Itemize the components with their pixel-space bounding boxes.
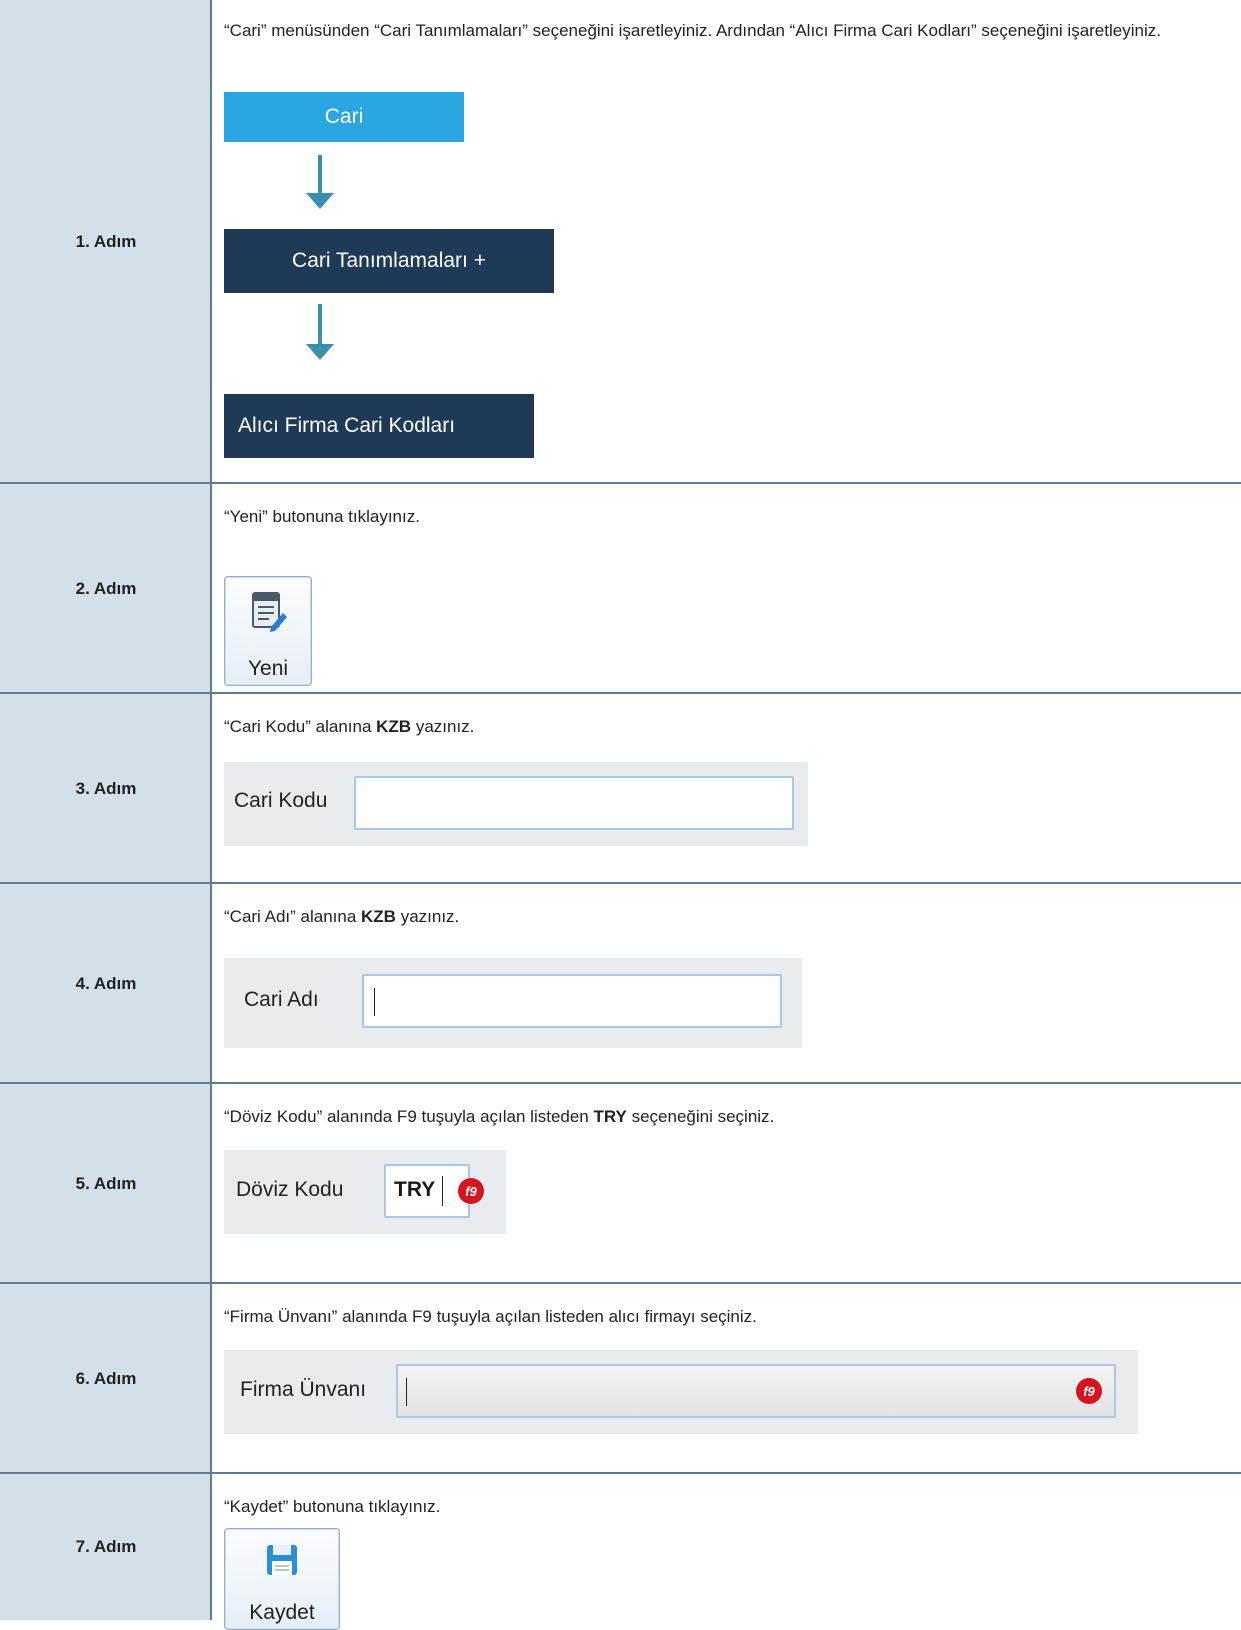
step-label: 1. Adım [75,232,137,251]
step-instruction: “Döviz Kodu” alanında F9 tuşuyla açılan … [224,1104,1221,1129]
kaydet-button-label: Kaydet [249,1601,315,1624]
text-caret [442,1176,443,1206]
instruction-text: “Cari Kodu” alanına [224,717,377,736]
down-arrow-icon [306,304,334,360]
text-caret [374,988,375,1016]
step-label: 3. Adım [75,779,137,798]
cari-kodu-input[interactable] [354,776,794,830]
step-row-5: 5. Adım “Döviz Kodu” alanında F9 tuşuyla… [0,1084,1241,1284]
instruction-text: seçeneğini seçiniz. [626,1107,775,1126]
step-label-cell: 3. Adım [0,694,212,884]
steps-table: 1. Adım “Cari” menüsünden “Cari Tanımlam… [0,0,1241,1630]
step-instruction: “Firma Ünvanı” alanında F9 tuşuyla açıla… [224,1307,757,1326]
step-instruction: “Cari Kodu” alanına KZB yazınız. [224,714,1221,739]
new-document-icon [252,592,287,632]
step-label-cell: 4. Adım [0,884,212,1084]
cari-adi-label: Cari Adı [244,988,319,1011]
down-arrow-icon [306,155,334,209]
f9-lookup-icon[interactable]: f9 [1076,1378,1102,1404]
step-label-cell: 6. Adım [0,1284,212,1474]
instruction-text: yazınız. [411,717,475,736]
step-content: “Kaydet” butonuna tıklayınız. Kaydet [212,1474,1241,1630]
step-instruction: “Kaydet” butonuna tıklayınız. [224,1497,441,1516]
firma-unvani-field-strip: Firma Ünvanı f9 [224,1350,1138,1434]
doviz-kodu-label: Döviz Kodu [236,1178,344,1201]
step-row-3: 3. Adım “Cari Kodu” alanına KZB yazınız.… [0,694,1241,884]
step-row-1: 1. Adım “Cari” menüsünden “Cari Tanımlam… [0,0,1241,484]
doviz-kodu-value: TRY [394,1178,436,1201]
step-label-cell: 5. Adım [0,1084,212,1284]
cari-kodu-field-strip: Cari Kodu [224,762,808,846]
step-row-2: 2. Adım “Yeni” butonuna tıklayınız. Yeni [0,484,1241,694]
step-content: “Döviz Kodu” alanında F9 tuşuyla açılan … [212,1084,1241,1284]
f9-lookup-icon[interactable]: f9 [458,1178,484,1204]
instruction-text: “Döviz Kodu” alanında F9 tuşuyla açılan … [224,1107,594,1126]
firma-unvani-input[interactable] [396,1364,1116,1418]
instruction-text: “Cari Adı” alanına [224,907,362,926]
firma-unvani-label: Firma Ünvanı [240,1378,367,1401]
step-row-4: 4. Adım “Cari Adı” alanına KZB yazınız. … [0,884,1241,1084]
step-label: 5. Adım [75,1174,137,1193]
step-label: 4. Adım [75,974,137,993]
save-disk-icon [267,1545,297,1575]
yeni-button-label: Yeni [247,657,289,680]
cari-kodu-label: Cari Kodu [234,789,328,812]
menu-cari-tanimlamalari[interactable]: Cari Tanımlamaları + [224,229,554,293]
step-content: “Cari Kodu” alanına KZB yazınız. Cari Ko… [212,694,1241,884]
cari-adi-input[interactable] [362,974,782,1028]
instruction-value: TRY [593,1107,627,1126]
cari-adi-field-strip: Cari Adı [224,958,802,1048]
step-content: “Cari” menüsünden “Cari Tanımlamaları” s… [212,0,1241,484]
step-row-7: 7. Adım “Kaydet” butonuna tıklayınız. Ka… [0,1474,1241,1630]
instruction-text: yazınız. [395,907,460,926]
step-label: 7. Adım [75,1537,137,1556]
step-label-cell: 2. Adım [0,484,212,694]
menu-cari[interactable]: Cari [224,92,464,142]
step-instruction: “Cari” menüsünden “Cari Tanımlamaları” s… [224,21,1161,40]
step-content: “Cari Adı” alanına KZB yazınız. Cari Adı [212,884,1241,1084]
doviz-kodu-field-strip: Döviz Kodu TRY f9 [224,1150,506,1234]
step-row-6: 6. Adım “Firma Ünvanı” alanında F9 tuşuy… [0,1284,1241,1474]
menu-alici-firma-cari-kodlari[interactable]: Alıcı Firma Cari Kodları [224,394,534,458]
text-caret [406,1378,407,1406]
kaydet-button[interactable]: Kaydet [224,1528,340,1630]
step-content: “Yeni” butonuna tıklayınız. Yeni [212,484,1241,694]
step-label-cell: 1. Adım [0,0,212,484]
step-label: 2. Adım [75,579,137,598]
step-content: “Firma Ünvanı” alanında F9 tuşuyla açıla… [212,1284,1241,1474]
step-instruction: “Yeni” butonuna tıklayınız. [224,507,420,526]
instruction-value: KZB [361,907,396,926]
step-label: 6. Adım [75,1369,137,1388]
yeni-button[interactable]: Yeni [224,576,312,686]
step-instruction: “Cari Adı” alanına KZB yazınız. [224,904,1221,929]
instruction-value: KZB [376,717,412,736]
step-label-cell: 7. Adım [0,1474,212,1620]
